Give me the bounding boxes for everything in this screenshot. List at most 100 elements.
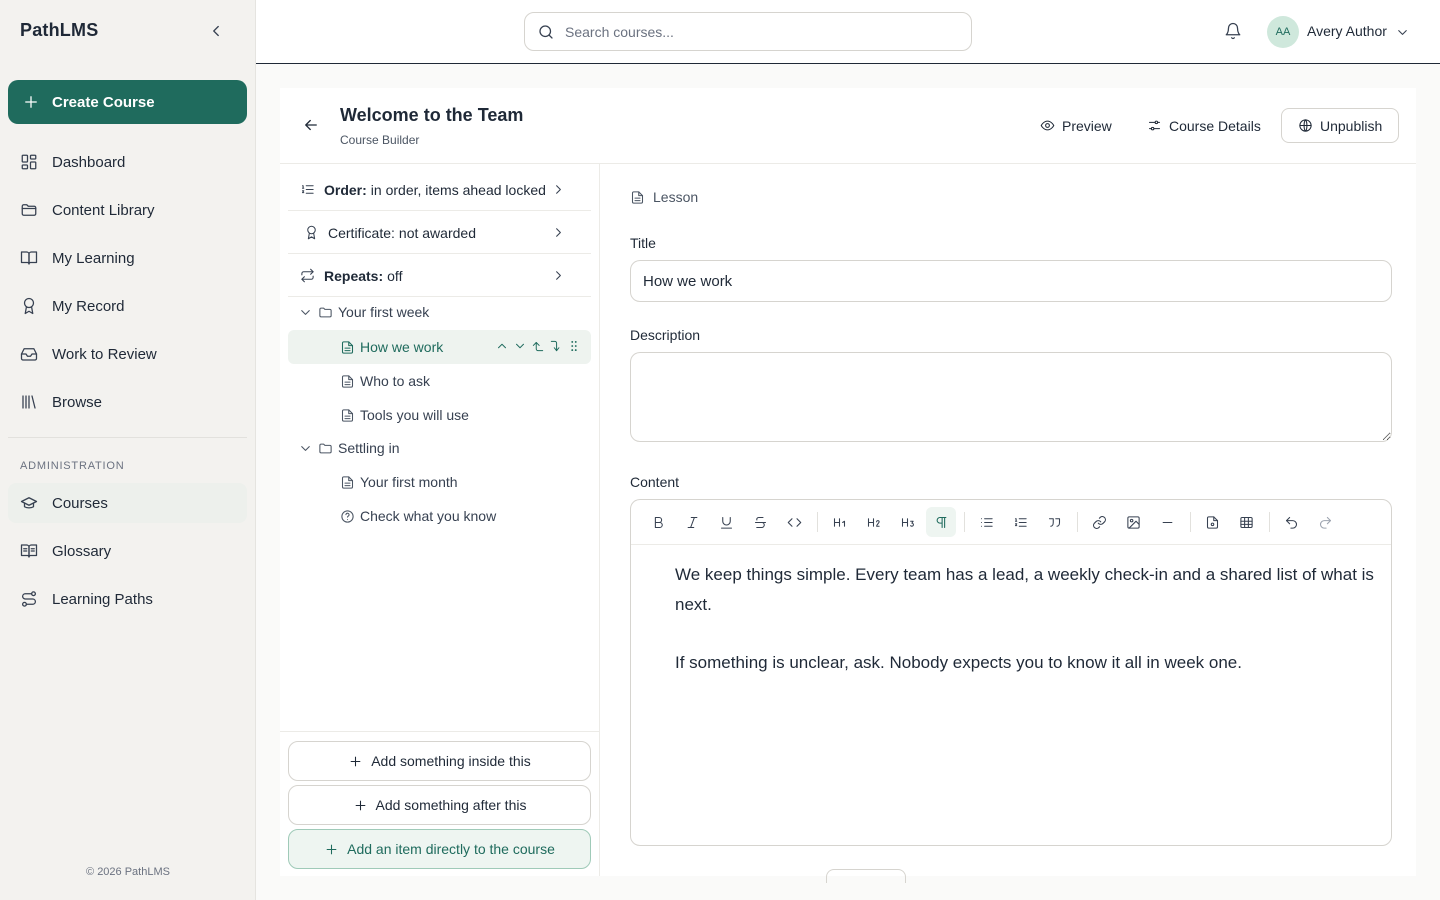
- sidebar-item-courses[interactable]: Courses: [8, 483, 247, 523]
- chevron-down-icon[interactable]: [298, 305, 313, 320]
- move-up-icon[interactable]: [495, 339, 509, 353]
- sidebar-item-label: Content Library: [52, 201, 155, 219]
- sidebar-item-my-learning[interactable]: My Learning: [8, 238, 247, 278]
- file-icon[interactable]: [1197, 507, 1227, 537]
- code-icon[interactable]: [779, 507, 809, 537]
- certificate-setting-row[interactable]: Certificate: not awarded: [288, 212, 591, 254]
- paragraph-icon[interactable]: [926, 507, 956, 537]
- heading-1-icon[interactable]: [824, 507, 854, 537]
- move-down-icon[interactable]: [513, 339, 527, 353]
- sidebar-item-content-library[interactable]: Content Library: [8, 190, 247, 230]
- brand-logo[interactable]: PathLMS: [20, 20, 98, 41]
- editor-content[interactable]: We keep things simple. Every team has a …: [675, 560, 1375, 706]
- tree-item-label: How we work: [360, 339, 444, 355]
- tree-lesson-your-first-month[interactable]: Your first month: [340, 465, 458, 499]
- italic-icon[interactable]: [677, 507, 707, 537]
- avatar[interactable]: AA: [1267, 16, 1299, 48]
- sidebar-item-label: Learning Paths: [52, 590, 153, 608]
- course-outline-panel: Order: in order, items ahead locked Cert…: [280, 164, 600, 876]
- order-value: in order, items ahead locked: [370, 181, 546, 198]
- tree-lesson-who-to-ask[interactable]: Who to ask: [340, 364, 430, 398]
- sidebar-item-browse[interactable]: Browse: [8, 382, 247, 422]
- bell-icon[interactable]: [1224, 22, 1242, 40]
- ordered-list-icon[interactable]: [1005, 507, 1035, 537]
- tree-quiz-check-what-you-know[interactable]: Check what you know: [340, 499, 496, 533]
- bold-icon[interactable]: [643, 507, 673, 537]
- table-icon[interactable]: [1231, 507, 1261, 537]
- bullet-list-icon[interactable]: [971, 507, 1001, 537]
- toolbar-divider: [1269, 512, 1270, 532]
- repeats-setting-row[interactable]: Repeats: off: [288, 255, 591, 297]
- link-icon[interactable]: [1084, 507, 1114, 537]
- partially-visible-button[interactable]: [826, 869, 906, 883]
- heading-3-icon[interactable]: [892, 507, 922, 537]
- tree-lesson-tools-you-will-use[interactable]: Tools you will use: [340, 398, 469, 432]
- sidebar-divider: [8, 437, 247, 438]
- outdent-icon[interactable]: [531, 339, 545, 353]
- chevron-down-icon[interactable]: [1395, 25, 1410, 40]
- add-to-course-button[interactable]: Add an item directly to the course: [288, 829, 591, 869]
- copyright: © 2026 PathLMS: [86, 866, 170, 878]
- image-icon[interactable]: [1118, 507, 1148, 537]
- add-after-button[interactable]: Add something after this: [288, 785, 591, 825]
- user-name[interactable]: Avery Author: [1307, 23, 1387, 39]
- content-label: Content: [630, 474, 680, 490]
- collapse-sidebar-icon[interactable]: [207, 22, 225, 40]
- search-box[interactable]: [524, 12, 972, 51]
- course-details-button[interactable]: Course Details: [1131, 108, 1277, 143]
- underline-icon[interactable]: [711, 507, 741, 537]
- book-text-icon: [20, 544, 38, 558]
- library-icon: [22, 395, 36, 409]
- quote-icon[interactable]: [1039, 507, 1069, 537]
- description-field[interactable]: [630, 352, 1392, 442]
- sidebar-item-label: Dashboard: [52, 153, 126, 171]
- description-label: Description: [630, 327, 701, 343]
- heading-2-icon[interactable]: [858, 507, 888, 537]
- tree-folder-your-first-week[interactable]: Your first week: [298, 295, 429, 329]
- certificate-value: not awarded: [398, 224, 476, 241]
- globe-icon: [1299, 119, 1312, 132]
- folder-icon: [319, 307, 332, 317]
- undo-icon[interactable]: [1276, 507, 1306, 537]
- title-label: Title: [630, 235, 656, 251]
- file-text-icon: [341, 340, 354, 354]
- tree-lesson-how-we-work[interactable]: How we work: [288, 330, 591, 364]
- back-arrow-icon[interactable]: [302, 116, 320, 134]
- sidebar-item-my-record[interactable]: My Record: [8, 286, 247, 326]
- rich-text-editor: We keep things simple. Every team has a …: [630, 499, 1392, 846]
- redo-icon[interactable]: [1310, 507, 1340, 537]
- file-text-icon: [631, 190, 644, 204]
- page-title: Welcome to the Team: [340, 105, 524, 125]
- sidebar-item-work-to-review[interactable]: Work to Review: [8, 334, 247, 374]
- sidebar-item-dashboard[interactable]: Dashboard: [8, 142, 247, 182]
- plus-icon: [355, 800, 365, 810]
- strikethrough-icon[interactable]: [745, 507, 775, 537]
- repeat-icon: [301, 268, 314, 283]
- row-actions: [495, 339, 581, 353]
- tree-folder-settling-in[interactable]: Settling in: [298, 431, 399, 465]
- horizontal-rule-icon[interactable]: [1152, 507, 1182, 537]
- preview-button[interactable]: Preview: [1024, 108, 1128, 143]
- sidebar-item-label: Courses: [52, 494, 108, 512]
- dashboard-icon: [21, 154, 37, 170]
- sidebar-item-learning-paths[interactable]: Learning Paths: [8, 579, 247, 619]
- drag-handle-icon[interactable]: [567, 339, 581, 353]
- title-field[interactable]: [630, 260, 1392, 302]
- search-input[interactable]: [565, 23, 945, 40]
- add-inside-button[interactable]: Add something inside this: [288, 741, 591, 781]
- course-builder-card: Welcome to the Team Course Builder Previ…: [280, 88, 1416, 883]
- order-setting-row[interactable]: Order: in order, items ahead locked: [288, 169, 591, 211]
- chevron-down-icon[interactable]: [298, 441, 313, 456]
- sidebar-item-glossary[interactable]: Glossary: [8, 531, 247, 571]
- indent-icon[interactable]: [549, 339, 563, 353]
- sidebar-item-label: Work to Review: [52, 345, 157, 363]
- award-icon: [23, 297, 35, 315]
- inbox-icon: [20, 348, 38, 361]
- tree-item-label: Your first month: [360, 474, 458, 490]
- create-course-button[interactable]: Create Course: [8, 80, 247, 124]
- admin-section-label: ADMINISTRATION: [20, 460, 125, 472]
- sidebar-item-label: Glossary: [52, 542, 112, 560]
- unpublish-button[interactable]: Unpublish: [1281, 108, 1400, 143]
- plus-icon: [350, 756, 361, 766]
- page-subtitle: Course Builder: [340, 133, 420, 147]
